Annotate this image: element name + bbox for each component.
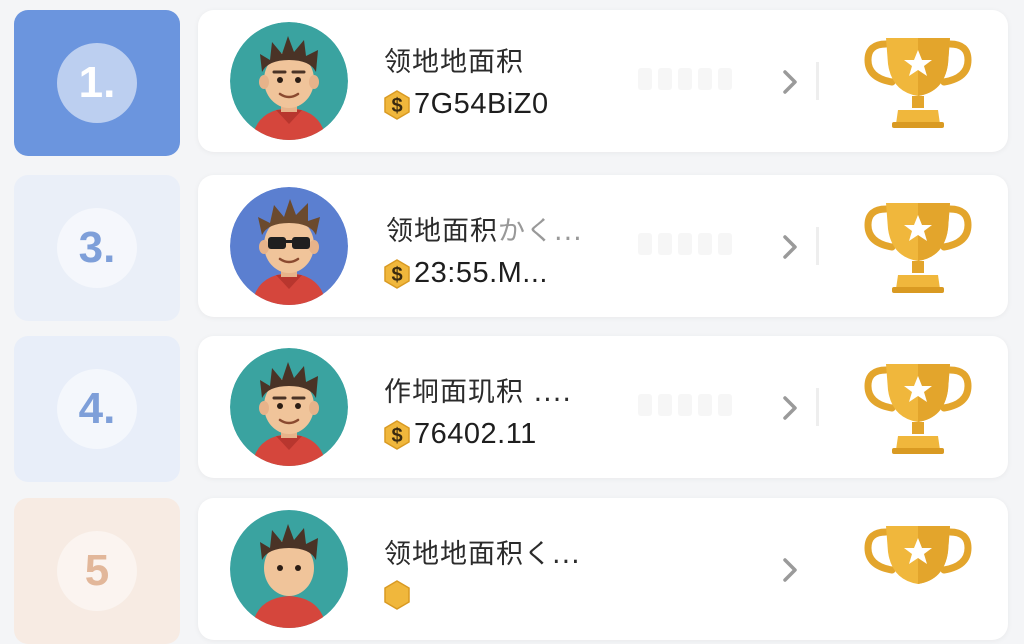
trophy-icon [864,203,972,293]
rank-tile: 3. [14,175,180,321]
player-money [384,580,414,610]
player-name-text: 领地面积 [386,216,498,247]
dollar-coin-icon [384,580,410,610]
rank-tile: 4. [14,336,180,482]
money-value: 76402.11 [414,418,537,450]
faded-decoration [638,68,758,92]
player-card[interactable]: 作坰面玑积 .... $ 76402.11 [198,336,1008,478]
faded-decoration [638,233,758,257]
player-card[interactable]: 领地面积かく... $ 23:55.M... [198,175,1008,317]
leaderboard-row[interactable]: 3. 领地面积かく... $ 23:55.M... [0,165,1024,321]
boy-avatar-icon [230,22,348,140]
trophy-icon [864,364,972,454]
faded-decoration [638,394,758,418]
chevron-right-icon[interactable] [778,66,802,98]
player-card[interactable]: 领地地面积く... [198,498,1008,640]
player-name: 领地地面积く... [384,539,581,570]
svg-text:$: $ [391,264,402,286]
chevron-right-icon[interactable] [778,392,802,424]
rank-number: 4. [57,369,137,449]
dollar-coin-icon: $ [384,258,410,289]
player-card[interactable]: 领地地面积 $ 7G54BiZ0 [198,10,1008,152]
money-value: 23:55.M... [414,257,548,289]
divider [816,62,819,100]
money-value: 7G54BiZ0 [414,88,549,120]
rank-number: 3. [57,208,137,288]
leaderboard-list: 1. 领地地面积 $ 7G54BiZ0 3. 领地面积かく... $ 23:55… [0,0,1024,644]
player-money: $ 76402.11 [384,418,537,451]
player-name: 领地地面积 [384,47,524,78]
dollar-coin-icon: $ [384,89,410,120]
trophy-icon [864,526,972,584]
svg-text:$: $ [391,95,402,117]
rank-number: 5 [57,531,137,611]
chevron-right-icon[interactable] [778,554,802,586]
leaderboard-row[interactable]: 5 领地地面积く... [0,488,1024,644]
boy-avatar-icon [230,510,348,628]
trophy-icon [864,38,972,128]
boy-avatar-icon [230,348,348,466]
svg-text:$: $ [391,425,402,447]
player-money: $ 23:55.M... [384,257,548,290]
dollar-coin-icon: $ [384,419,410,450]
boy-sunglasses-avatar-icon [230,187,348,305]
rank-tile: 1. [14,10,180,156]
player-name: 作坰面玑积 .... [384,377,572,408]
divider [816,388,819,426]
player-name: 领地面积かく... [386,209,583,248]
player-name-suffix: かく... [498,216,583,247]
chevron-right-icon[interactable] [778,231,802,263]
player-money: $ 7G54BiZ0 [384,88,549,121]
leaderboard-row[interactable]: 4. 作坰面玑积 .... $ 76402.11 [0,326,1024,482]
rank-tile: 5 [14,498,180,644]
rank-number: 1. [57,43,137,123]
leaderboard-row[interactable]: 1. 领地地面积 $ 7G54BiZ0 [0,0,1024,156]
divider [816,227,819,265]
